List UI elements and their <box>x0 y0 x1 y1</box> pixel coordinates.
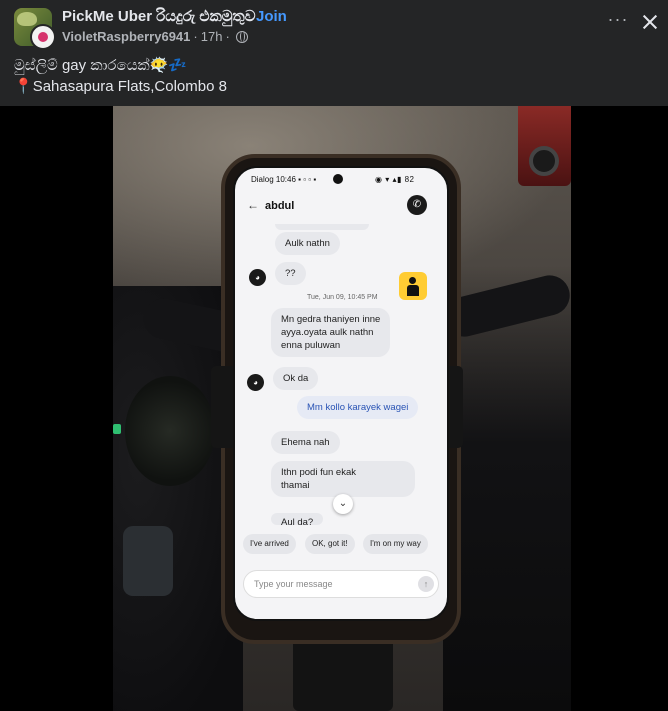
message-timestamp: Tue, Jun 09, 10:45 PM <box>307 294 378 301</box>
sender-avatar-icon: ◕ <box>249 269 266 286</box>
post-caption-line2: 📍Sahasapura Flats,Colombo 8 <box>14 77 227 95</box>
message-bubble: Ok da <box>273 367 319 390</box>
message-line: Ithn podi fun ekak <box>281 467 356 478</box>
chat-header: ← abdul ✆ <box>235 188 447 222</box>
author-name[interactable]: VioletRaspberry6941 <box>62 29 190 44</box>
message-bubble: Aulk nathn <box>275 232 340 255</box>
status-icons: ◉ ▾ ▴▮ 82 <box>375 175 415 184</box>
user-avatar[interactable] <box>30 24 56 50</box>
user-avatar-image <box>38 32 48 42</box>
message-line: enna puluwan <box>281 340 341 351</box>
message-composer: ↑ <box>243 570 439 598</box>
location-text: Sahasapura Flats,Colombo 8 <box>32 78 227 95</box>
background-vehicle-wheel <box>529 146 559 176</box>
meta-separator: · <box>225 29 230 44</box>
meta-separator: · <box>193 29 198 44</box>
status-carrier-time: Dialog 10:46 ▪ ▫ ▫ ▪ <box>251 175 317 184</box>
join-button[interactable]: Join <box>256 8 287 25</box>
message-line: thamai <box>281 480 310 491</box>
quick-reply-arrived[interactable]: I've arrived <box>243 534 296 554</box>
message-bubble: Ithn podi fun ekak thamai <box>271 461 415 497</box>
message-line: Mn gedra thaniyen inne <box>281 314 381 325</box>
send-icon[interactable]: ↑ <box>418 576 434 592</box>
post-photo[interactable]: Dialog 10:46 ▪ ▫ ▫ ▪ ◉ ▾ ▴▮ 82 ← abdul ✆… <box>113 106 571 711</box>
location-pin-icon: 📍 <box>14 78 33 95</box>
sender-avatar-icon: ◕ <box>247 374 264 391</box>
message-bubble: Ehema nah <box>271 431 340 454</box>
contact-name: abdul <box>265 200 295 212</box>
handlebar-mount <box>123 526 173 596</box>
globe-icon <box>235 30 248 43</box>
message-bubble-partial: Aul da? <box>271 513 324 525</box>
quick-replies: I've arrived OK, got it! I'm on my way <box>235 534 447 558</box>
indicator-light <box>113 424 121 434</box>
message-bubble: ?? <box>275 262 306 285</box>
front-camera <box>333 174 343 184</box>
message-bubble: Mn gedra thaniyen inne ayya.oyata aulk n… <box>271 308 391 357</box>
group-avatar-image <box>17 12 37 26</box>
previous-message-edge <box>275 224 369 230</box>
message-line: ayya.oyata aulk nathn <box>281 327 374 338</box>
close-icon[interactable] <box>640 12 660 32</box>
back-arrow-icon[interactable]: ← <box>247 198 259 212</box>
driver-app-icon <box>399 272 427 300</box>
quick-reply-ok[interactable]: OK, got it! <box>305 534 355 554</box>
phone-status-bar: Dialog 10:46 ▪ ▫ ▫ ▪ ◉ ▾ ▴▮ 82 <box>235 168 447 188</box>
photo-viewer: Dialog 10:46 ▪ ▫ ▫ ▪ ◉ ▾ ▴▮ 82 ← abdul ✆… <box>0 106 668 711</box>
scroll-down-icon[interactable]: ⌄ <box>333 494 353 514</box>
message-bubble-sent: Mm kollo karayek wagei <box>297 396 419 419</box>
motorbike-gauge <box>125 376 215 486</box>
separator-dot: · <box>247 8 252 25</box>
post-time[interactable]: 17h <box>201 29 223 44</box>
quick-reply-on-my-way[interactable]: I'm on my way <box>363 534 428 554</box>
post-header: PickMe Uber රියදුරු එකමුතුව · Join Viole… <box>0 0 668 106</box>
message-input[interactable] <box>254 576 404 592</box>
post-caption-line1: මුස්ලිම් gay කාරයෙක්😶‍🌫️💤 <box>14 57 188 74</box>
post-meta: VioletRaspberry6941 · 17h · <box>62 29 248 44</box>
more-options-icon[interactable]: ··· <box>606 10 630 34</box>
phone-screen: Dialog 10:46 ▪ ▫ ▫ ▪ ◉ ▾ ▴▮ 82 ← abdul ✆… <box>233 166 449 621</box>
group-name[interactable]: PickMe Uber රියදුරු එකමුතුව <box>62 8 256 25</box>
phone-call-icon[interactable]: ✆ <box>407 195 427 215</box>
